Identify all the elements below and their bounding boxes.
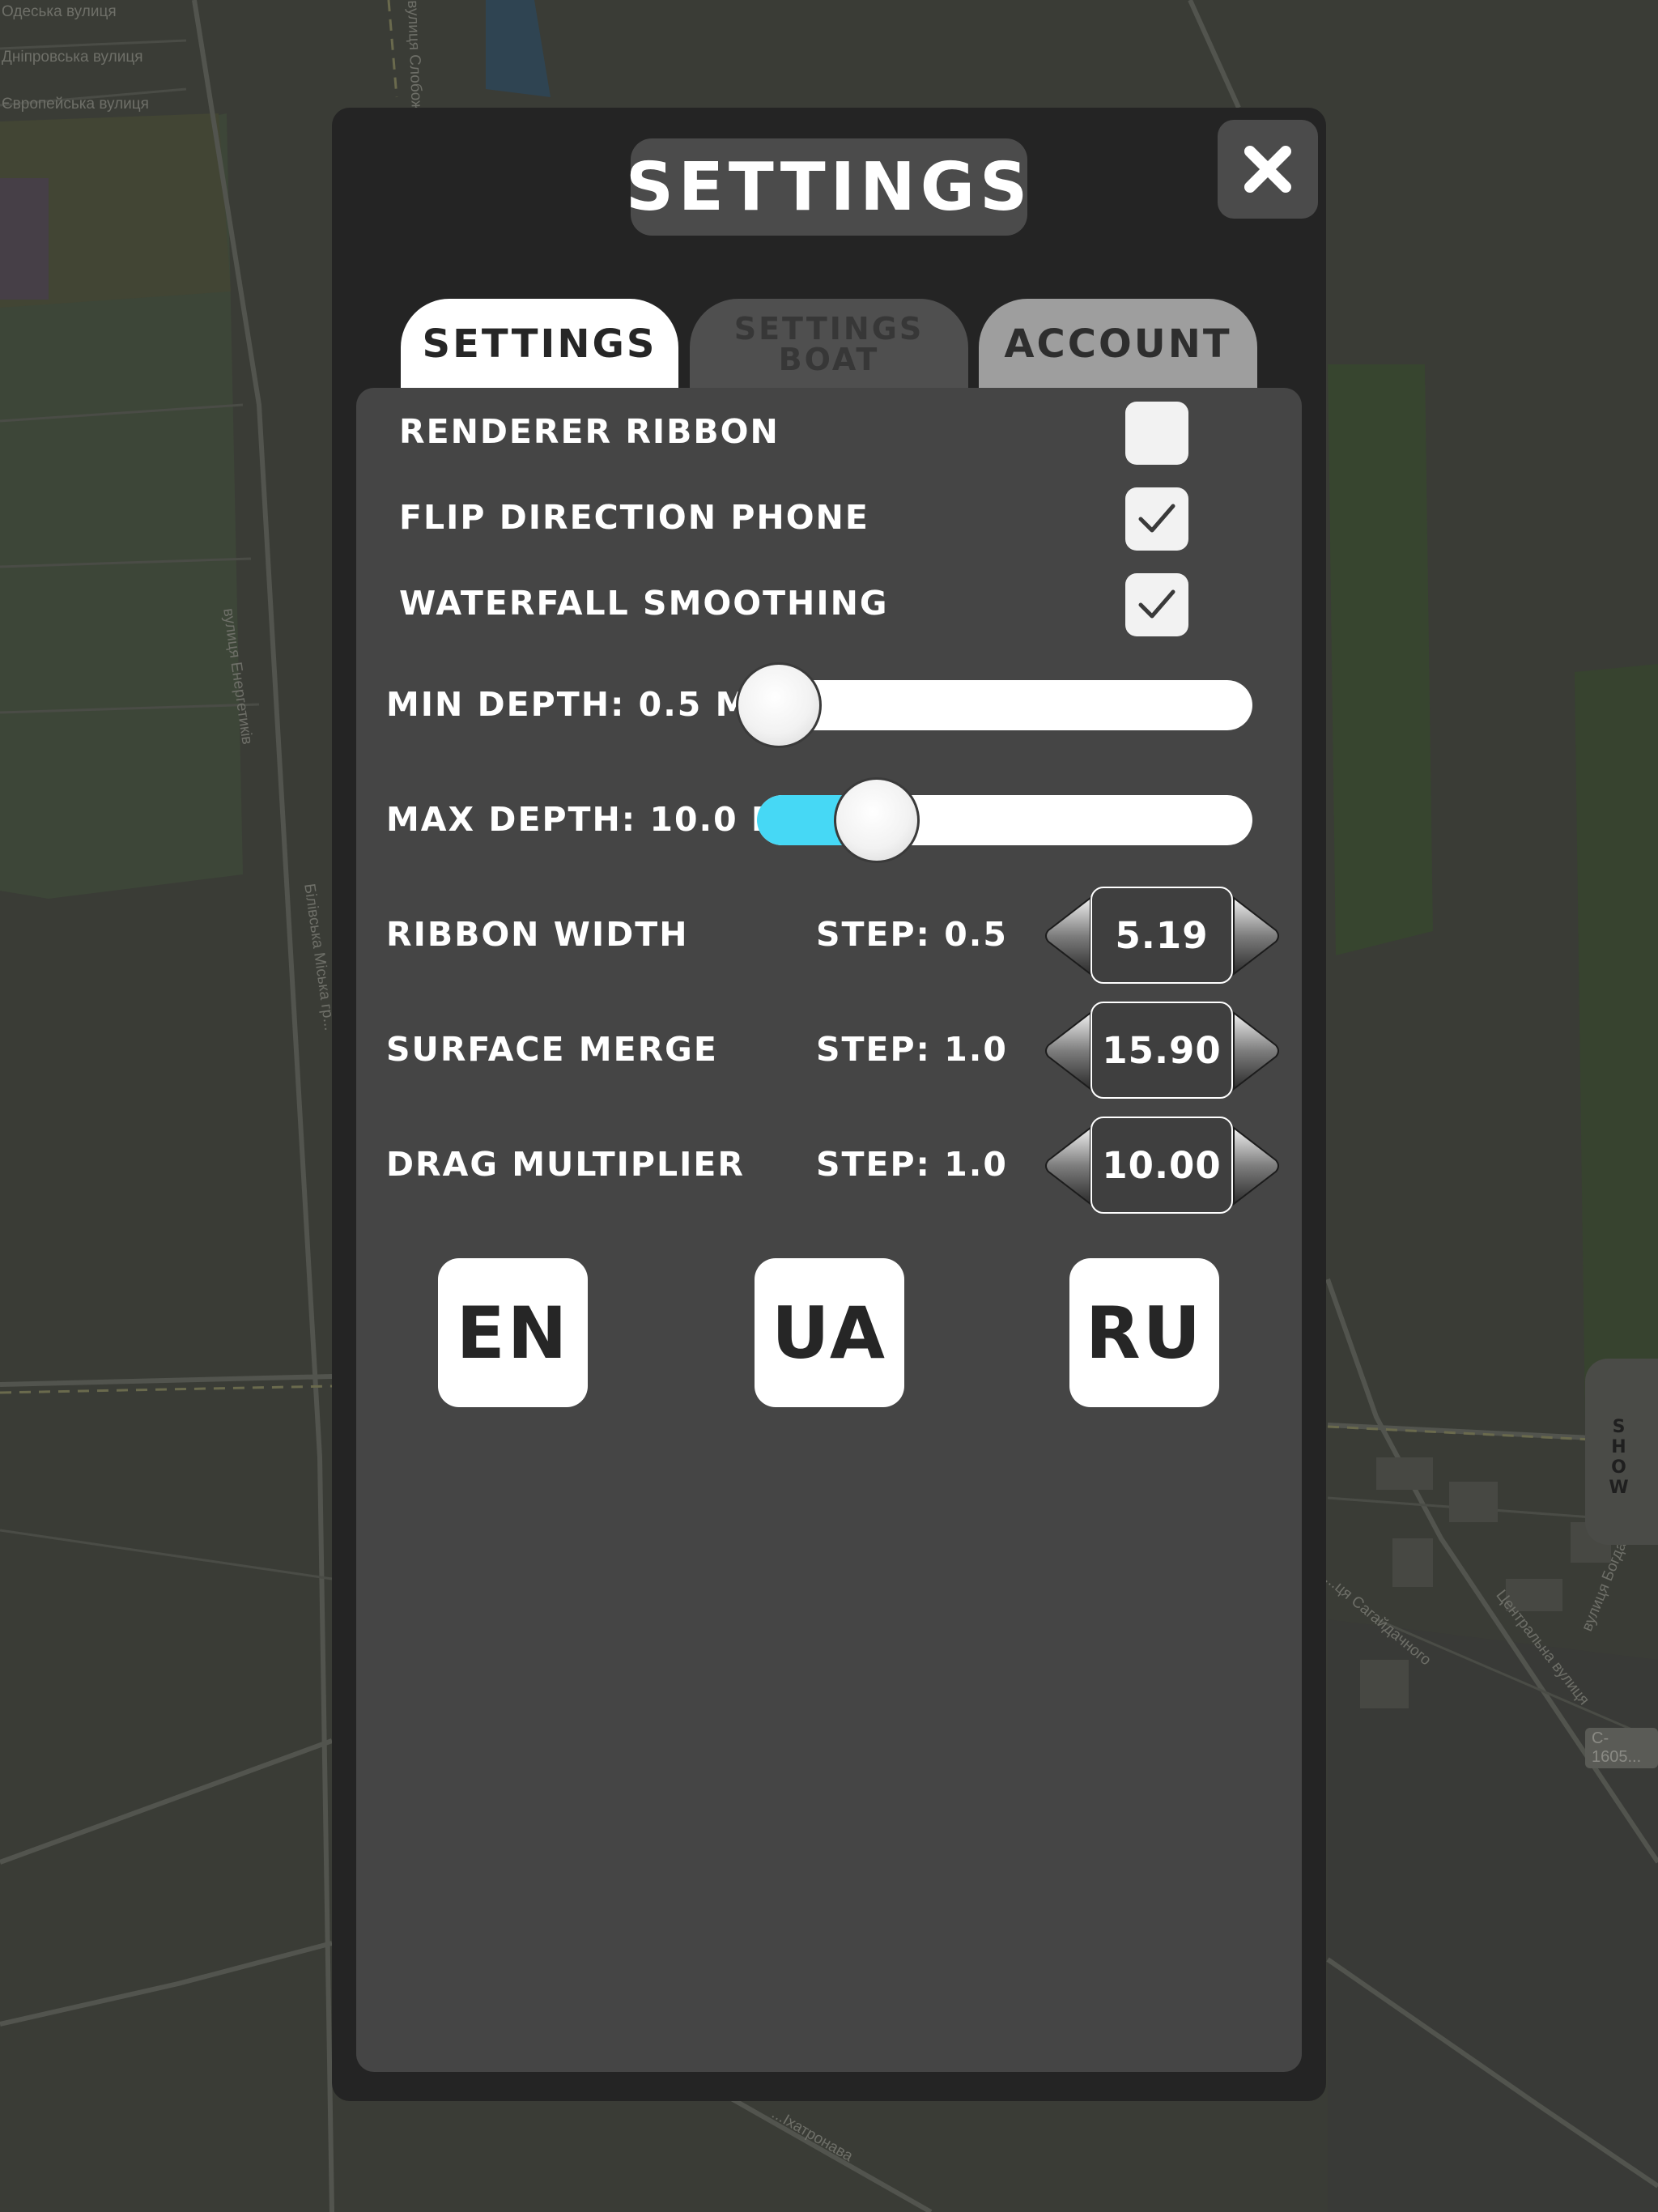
surface-merge-label: SURFACE MERGE [386, 1030, 718, 1069]
tab-account[interactable]: ACCOUNT [979, 299, 1257, 389]
dialog-title-text: SETTINGS [625, 148, 1033, 226]
ribbon-width-value[interactable]: 5.19 [1090, 887, 1233, 984]
drag-multiplier-value[interactable]: 10.00 [1090, 1117, 1233, 1214]
drag-multiplier-decrement-arrow-icon[interactable] [1045, 1126, 1092, 1206]
dialog-title: SETTINGS [626, 138, 1027, 236]
max-depth-label: MAX DEPTH: 10.0 M [386, 800, 786, 839]
map-street-label: Європейська вулиця [2, 96, 149, 113]
drag-multiplier-increment-arrow-icon[interactable] [1232, 1126, 1279, 1206]
map-street-label: Одеська вулиця [2, 3, 117, 20]
ribbon-width-decrement-arrow-icon[interactable] [1045, 896, 1092, 976]
show-label: SHOW [1609, 1417, 1629, 1498]
drag-multiplier-label: DRAG MULTIPLIER [386, 1145, 745, 1184]
tab-account-label: ACCOUNT [1004, 321, 1232, 367]
flip-direction-phone-label: FLIP DIRECTION PHONE [399, 498, 869, 537]
min-depth-label: MIN DEPTH: 0.5 M [386, 685, 750, 724]
max-depth-slider[interactable] [757, 795, 1252, 845]
ribbon-width-increment-arrow-icon[interactable] [1232, 896, 1279, 976]
max-depth-slider-thumb[interactable] [834, 777, 920, 863]
renderer-ribbon-label: RENDERER RIBBON [399, 412, 780, 451]
checkmark-icon [1138, 504, 1175, 533]
waterfall-smoothing-checkbox[interactable] [1125, 573, 1188, 636]
ribbon-width-step: STEP: 0.5 [816, 915, 1008, 954]
close-icon [1244, 146, 1291, 193]
min-depth-slider-thumb[interactable] [736, 662, 822, 748]
tab-settings[interactable]: SETTINGS [401, 299, 678, 389]
settings-content [356, 388, 1302, 2072]
tab-settings-boat-label-line1: SETTINGS [733, 311, 925, 347]
min-depth-slider[interactable] [757, 680, 1252, 730]
checkmark-icon [1138, 589, 1175, 619]
language-ua-button[interactable]: UA [755, 1258, 904, 1407]
close-button[interactable] [1218, 120, 1318, 219]
language-en-button[interactable]: EN [438, 1258, 588, 1407]
flip-direction-phone-checkbox[interactable] [1125, 487, 1188, 551]
surface-merge-increment-arrow-icon[interactable] [1232, 1011, 1279, 1091]
renderer-ribbon-checkbox[interactable] [1125, 402, 1188, 465]
tab-settings-boat[interactable]: SETTINGS BOAT [690, 299, 968, 389]
tab-settings-boat-label-line2: BOAT [778, 342, 880, 377]
surface-merge-decrement-arrow-icon[interactable] [1045, 1011, 1092, 1091]
drag-multiplier-step: STEP: 1.0 [816, 1145, 1008, 1184]
map-street-label: Дніпровська вулиця [2, 49, 143, 66]
tab-settings-label: SETTINGS [422, 321, 657, 367]
surface-merge-value[interactable]: 15.90 [1090, 1002, 1233, 1099]
ribbon-width-label: RIBBON WIDTH [386, 915, 689, 954]
surface-merge-step: STEP: 1.0 [816, 1030, 1008, 1069]
road-code-label: C-1605... [1585, 1728, 1658, 1768]
waterfall-smoothing-label: WATERFALL SMOOTHING [399, 584, 889, 623]
show-panel-tab[interactable]: SHOW [1585, 1359, 1658, 1545]
language-ru-button[interactable]: RU [1069, 1258, 1219, 1407]
